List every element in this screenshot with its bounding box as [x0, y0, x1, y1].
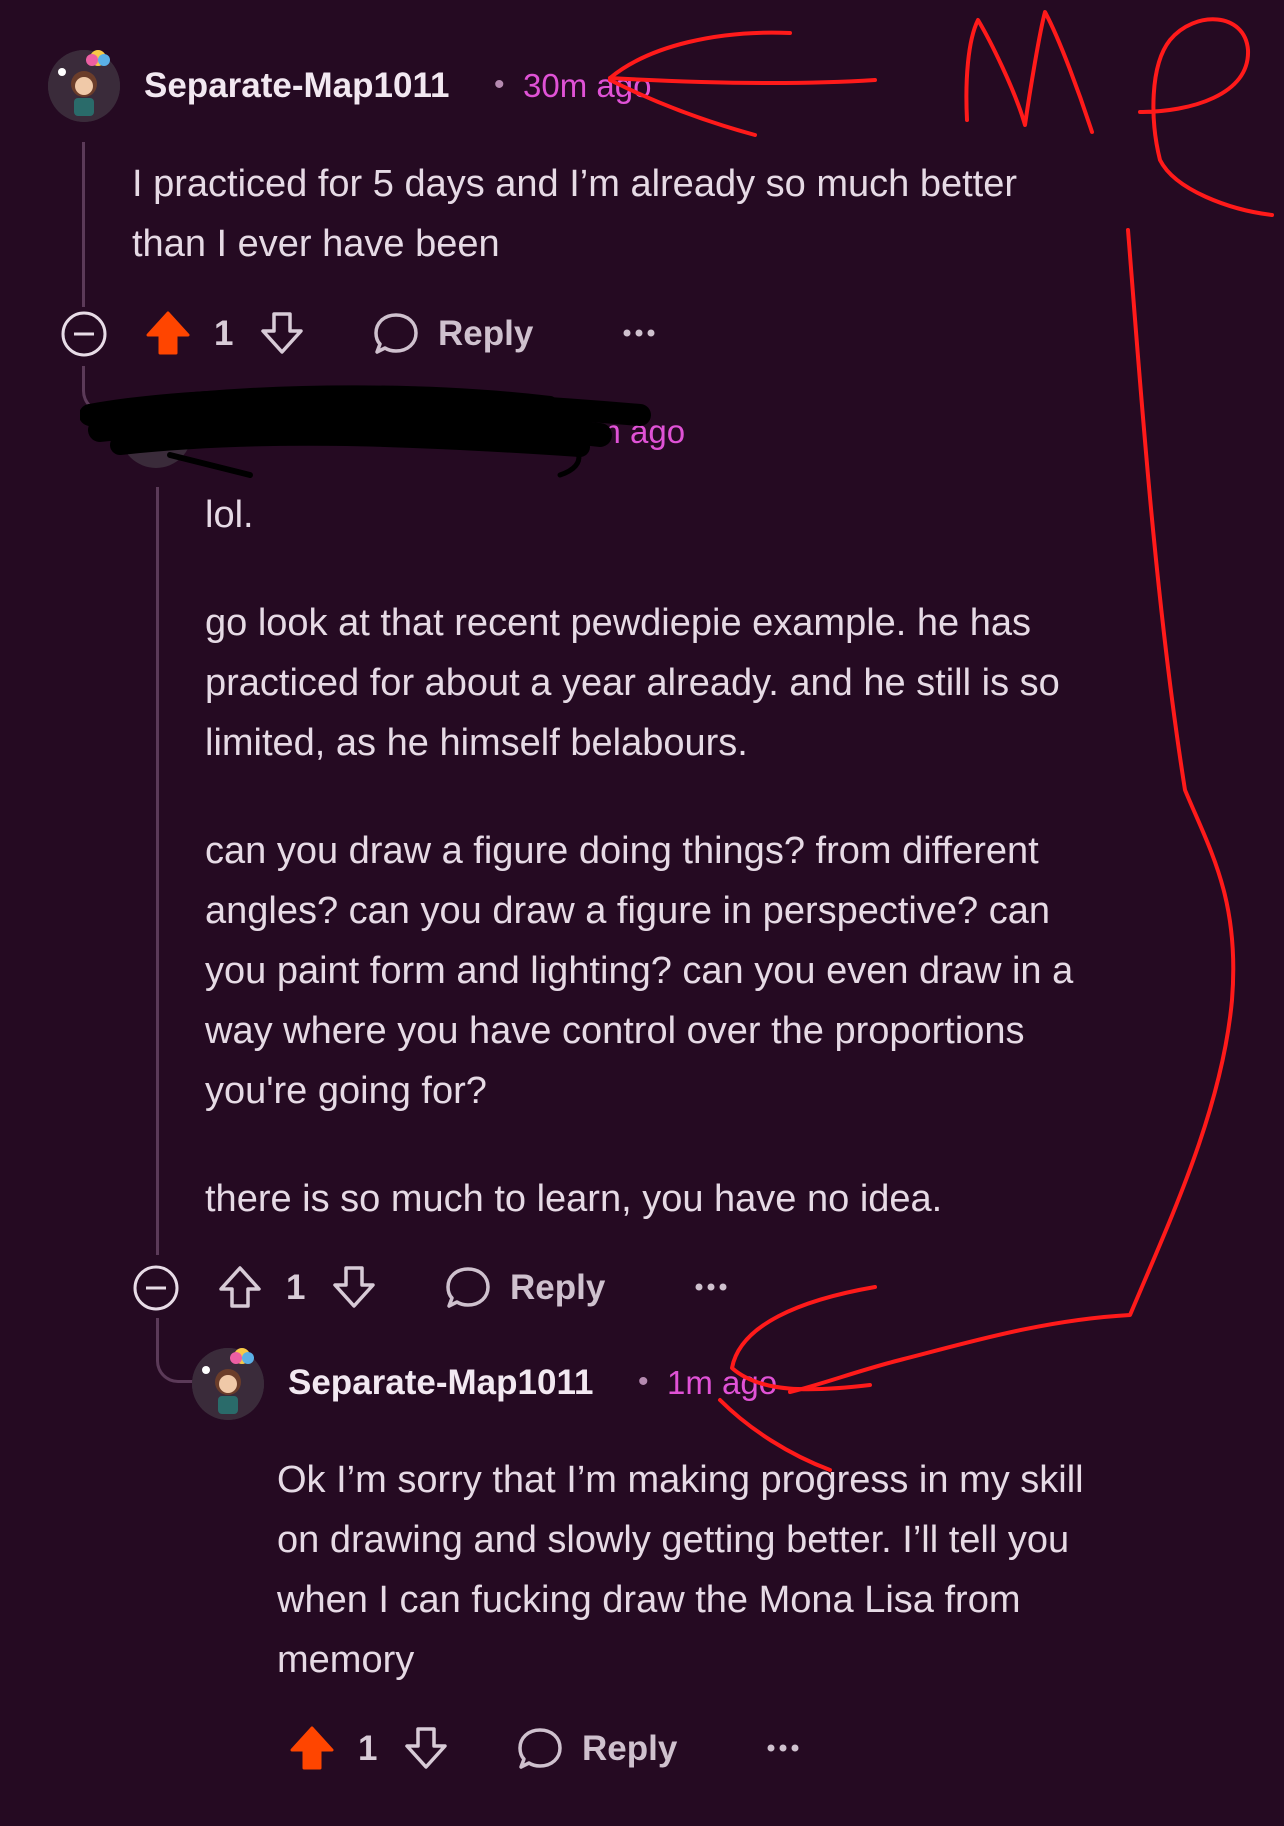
avatar-icon	[192, 1348, 264, 1420]
comment-line: when I can fucking draw the Mona Lisa fr…	[277, 1579, 1021, 1621]
upvote-icon[interactable]	[217, 1264, 263, 1310]
comment-body: I practiced for 5 days and I’m already s…	[132, 154, 1017, 274]
timestamp: 30m ago	[523, 67, 652, 104]
comment-line: practiced for about a year already. and …	[205, 662, 1060, 704]
upvote-icon[interactable]	[289, 1725, 335, 1771]
comment-line: there is so much to learn, you have no i…	[205, 1178, 943, 1220]
comment-line: angles? can you draw a figure in perspec…	[205, 890, 1050, 932]
comment-line: can you draw a figure doing things? from…	[205, 830, 1039, 872]
upvote-icon[interactable]	[145, 310, 191, 356]
comment-line: on drawing and slowly getting better. I’…	[277, 1519, 1070, 1561]
username[interactable]: Separate-Map1011	[144, 66, 449, 106]
more-icon[interactable]	[766, 1741, 800, 1755]
comment-line: limited, as he himself belabours.	[205, 722, 748, 764]
thread-line-1	[82, 142, 85, 307]
thread-line-2	[156, 487, 159, 1255]
comment-line: I practiced for 5 days and I’m already s…	[132, 163, 1017, 205]
comment-line: than I ever have been	[132, 223, 500, 265]
reply-button[interactable]: Reply	[438, 314, 533, 354]
reply-bubble-icon[interactable]	[444, 1264, 492, 1312]
vote-count: 1	[214, 314, 234, 353]
timestamp: 1m ago	[667, 1364, 778, 1401]
username[interactable]: Separate-Map1011	[288, 1363, 593, 1403]
comment-line: way where you have control over the prop…	[205, 1010, 1025, 1052]
comment-line: lol.	[205, 494, 254, 536]
avatar-icon	[48, 50, 120, 122]
redaction-scribble	[80, 385, 651, 478]
separator-dot: •	[638, 1365, 649, 1398]
reply-bubble-icon[interactable]	[372, 310, 420, 358]
vote-count: 1	[358, 1729, 378, 1768]
comment-line: you're going for?	[205, 1070, 487, 1112]
reply-button[interactable]: Reply	[582, 1729, 677, 1769]
comment-line: memory	[277, 1639, 415, 1681]
more-icon[interactable]	[694, 1280, 728, 1294]
comment-line: Ok I’m sorry that I’m making progress in…	[277, 1459, 1084, 1501]
comment-body: lol. go look at that recent pewdiepie ex…	[205, 485, 1073, 1229]
reply-bubble-icon[interactable]	[516, 1725, 564, 1773]
comment-line: you paint form and lighting? can you eve…	[205, 950, 1074, 992]
reply-button[interactable]: Reply	[510, 1268, 605, 1308]
vote-count: 1	[286, 1268, 306, 1307]
collapse-icon[interactable]	[132, 1264, 180, 1312]
downvote-icon[interactable]	[259, 310, 305, 356]
more-icon[interactable]	[622, 326, 656, 340]
downvote-icon[interactable]	[331, 1264, 377, 1310]
collapse-icon[interactable]	[60, 310, 108, 358]
avatar[interactable]	[48, 50, 120, 122]
comment-body: Ok I’m sorry that I’m making progress in…	[277, 1450, 1084, 1690]
avatar[interactable]	[192, 1348, 264, 1420]
downvote-icon[interactable]	[403, 1725, 449, 1771]
separator-dot: •	[494, 68, 505, 101]
comment-line: go look at that recent pewdiepie example…	[205, 602, 1031, 644]
